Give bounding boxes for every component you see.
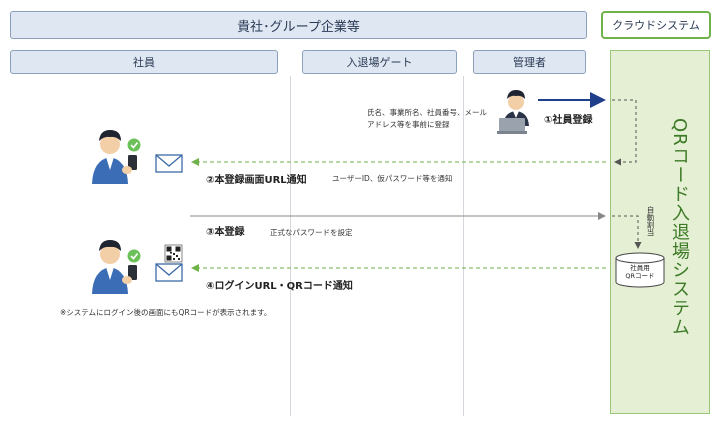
qr-code-icon bbox=[164, 244, 183, 263]
footnote: ※システムにログイン後の画面にもQRコードが表示されます。 bbox=[60, 308, 272, 317]
check-circle-icon bbox=[127, 138, 141, 152]
arrow-system-internal bbox=[612, 99, 637, 166]
person-with-phone-icon bbox=[92, 240, 137, 294]
step2-label: ②本登録画面URL通知 bbox=[206, 175, 307, 186]
envelope-icon bbox=[155, 263, 183, 282]
step3-label: ③本登録 bbox=[206, 227, 245, 238]
person-with-phone-icon bbox=[92, 130, 137, 184]
employee-qr-db-label: 社員用 QRコード bbox=[625, 264, 655, 280]
step4-label: ④ログインURL・QRコード通知 bbox=[206, 281, 353, 292]
step3-note: 正式なパスワードを設定 bbox=[270, 228, 353, 237]
arrow-auto-assign bbox=[612, 215, 642, 249]
step2-note: ユーザーID、仮パスワード等を通知 bbox=[332, 174, 453, 183]
flow-diagram bbox=[92, 90, 665, 294]
envelope-icon bbox=[155, 154, 183, 173]
step1-note: 氏名、事業所名、社員番号、メール bbox=[367, 108, 487, 117]
step1-note: アドレス等を事前に登録 bbox=[367, 120, 450, 129]
step1-label: ①社員登録 bbox=[544, 115, 593, 126]
auto-assign-label: 自動割当 bbox=[646, 206, 655, 236]
check-circle-icon bbox=[127, 249, 141, 263]
person-at-laptop-icon bbox=[497, 90, 529, 134]
